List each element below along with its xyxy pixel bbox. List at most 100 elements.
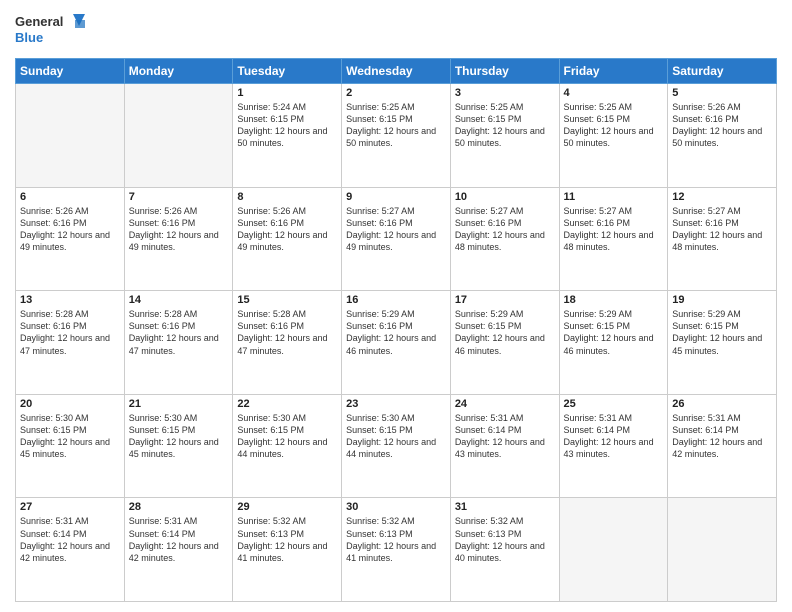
- col-wednesday: Wednesday: [342, 59, 451, 84]
- page: General Blue Sunday Monday Tuesday Wedne…: [0, 0, 792, 612]
- day-number: 12: [672, 191, 772, 203]
- calendar-header-row: Sunday Monday Tuesday Wednesday Thursday…: [16, 59, 777, 84]
- calendar-cell: 25 Sunrise: 5:31 AM Sunset: 6:14 PM Dayli…: [559, 394, 668, 498]
- day-info: Sunrise: 5:30 AM Sunset: 6:15 PM Dayligh…: [346, 412, 446, 461]
- calendar-cell: 28 Sunrise: 5:31 AM Sunset: 6:14 PM Dayli…: [124, 498, 233, 602]
- day-info: Sunrise: 5:31 AM Sunset: 6:14 PM Dayligh…: [20, 515, 120, 564]
- day-info: Sunrise: 5:30 AM Sunset: 6:15 PM Dayligh…: [129, 412, 229, 461]
- day-number: 22: [237, 398, 337, 410]
- week-row-4: 20 Sunrise: 5:30 AM Sunset: 6:15 PM Dayli…: [16, 394, 777, 498]
- day-info: Sunrise: 5:26 AM Sunset: 6:16 PM Dayligh…: [20, 205, 120, 254]
- header: General Blue: [15, 10, 777, 50]
- logo-svg: General Blue: [15, 10, 85, 50]
- day-info: Sunrise: 5:26 AM Sunset: 6:16 PM Dayligh…: [237, 205, 337, 254]
- calendar-cell: 6 Sunrise: 5:26 AM Sunset: 6:16 PM Daylig…: [16, 187, 125, 291]
- day-info: Sunrise: 5:26 AM Sunset: 6:16 PM Dayligh…: [129, 205, 229, 254]
- day-info: Sunrise: 5:28 AM Sunset: 6:16 PM Dayligh…: [20, 308, 120, 357]
- calendar-cell: 17 Sunrise: 5:29 AM Sunset: 6:15 PM Dayli…: [450, 291, 559, 395]
- day-info: Sunrise: 5:28 AM Sunset: 6:16 PM Dayligh…: [237, 308, 337, 357]
- week-row-5: 27Sunrise: 5:31 AM Sunset: 6:14 PM Dayli…: [16, 498, 777, 602]
- calendar-cell: 14Sunrise: 5:28 AM Sunset: 6:16 PM Dayli…: [124, 291, 233, 395]
- calendar-cell: 9 Sunrise: 5:27 AM Sunset: 6:16 PM Daylig…: [342, 187, 451, 291]
- calendar-cell: 8 Sunrise: 5:26 AM Sunset: 6:16 PM Daylig…: [233, 187, 342, 291]
- calendar-cell: 24Sunrise: 5:31 AM Sunset: 6:14 PM Dayli…: [450, 394, 559, 498]
- day-info: Sunrise: 5:25 AM Sunset: 6:15 PM Dayligh…: [455, 101, 555, 150]
- svg-text:General: General: [15, 14, 63, 29]
- day-number: 1: [237, 87, 337, 99]
- calendar-cell: 7Sunrise: 5:26 AM Sunset: 6:16 PM Daylig…: [124, 187, 233, 291]
- day-info: Sunrise: 5:25 AM Sunset: 6:15 PM Dayligh…: [346, 101, 446, 150]
- day-number: 20: [20, 398, 120, 410]
- day-number: 16: [346, 294, 446, 306]
- day-info: Sunrise: 5:30 AM Sunset: 6:15 PM Dayligh…: [237, 412, 337, 461]
- calendar-cell: 20 Sunrise: 5:30 AM Sunset: 6:15 PM Dayli…: [16, 394, 125, 498]
- day-number: 26: [672, 398, 772, 410]
- calendar-cell: 19 Sunrise: 5:29 AM Sunset: 6:15 PM Dayli…: [668, 291, 777, 395]
- calendar-cell: 3 Sunrise: 5:25 AM Sunset: 6:15 PM Daylig…: [450, 84, 559, 188]
- day-number: 2: [346, 87, 446, 99]
- day-info: Sunrise: 5:27 AM Sunset: 6:16 PM Dayligh…: [672, 205, 772, 254]
- calendar-cell: 21 Sunrise: 5:30 AM Sunset: 6:15 PM Dayli…: [124, 394, 233, 498]
- day-number: 19: [672, 294, 772, 306]
- day-info: Sunrise: 5:27 AM Sunset: 6:16 PM Dayligh…: [455, 205, 555, 254]
- day-number: 31: [455, 501, 555, 513]
- calendar-cell: 1 Sunrise: 5:24 AM Sunset: 6:15 PM Daylig…: [233, 84, 342, 188]
- day-number: 6: [20, 191, 120, 203]
- day-info: Sunrise: 5:24 AM Sunset: 6:15 PM Dayligh…: [237, 101, 337, 150]
- day-info: Sunrise: 5:27 AM Sunset: 6:16 PM Dayligh…: [346, 205, 446, 254]
- day-number: 17: [455, 294, 555, 306]
- day-number: 13: [20, 294, 120, 306]
- day-info: Sunrise: 5:31 AM Sunset: 6:14 PM Dayligh…: [672, 412, 772, 461]
- day-number: 10: [455, 191, 555, 203]
- day-number: 23: [346, 398, 446, 410]
- calendar-cell: [124, 84, 233, 188]
- day-number: 29: [237, 501, 337, 513]
- calendar-cell: 12 Sunrise: 5:27 AM Sunset: 6:16 PM Dayli…: [668, 187, 777, 291]
- day-number: 4: [564, 87, 664, 99]
- day-info: Sunrise: 5:32 AM Sunset: 6:13 PM Dayligh…: [346, 515, 446, 564]
- calendar-cell: 15 Sunrise: 5:28 AM Sunset: 6:16 PM Dayli…: [233, 291, 342, 395]
- day-info: Sunrise: 5:29 AM Sunset: 6:15 PM Dayligh…: [455, 308, 555, 357]
- day-info: Sunrise: 5:31 AM Sunset: 6:14 PM Dayligh…: [564, 412, 664, 461]
- col-monday: Monday: [124, 59, 233, 84]
- col-friday: Friday: [559, 59, 668, 84]
- calendar-cell: 11 Sunrise: 5:27 AM Sunset: 6:16 PM Dayli…: [559, 187, 668, 291]
- calendar-cell: 22 Sunrise: 5:30 AM Sunset: 6:15 PM Dayli…: [233, 394, 342, 498]
- day-number: 21: [129, 398, 229, 410]
- calendar-cell: [16, 84, 125, 188]
- calendar-cell: 30 Sunrise: 5:32 AM Sunset: 6:13 PM Dayli…: [342, 498, 451, 602]
- calendar-cell: 31 Sunrise: 5:32 AM Sunset: 6:13 PM Dayli…: [450, 498, 559, 602]
- day-number: 15: [237, 294, 337, 306]
- calendar-cell: 18 Sunrise: 5:29 AM Sunset: 6:15 PM Dayli…: [559, 291, 668, 395]
- day-info: Sunrise: 5:31 AM Sunset: 6:14 PM Dayligh…: [129, 515, 229, 564]
- calendar-cell: 29 Sunrise: 5:32 AM Sunset: 6:13 PM Dayli…: [233, 498, 342, 602]
- calendar-cell: [559, 498, 668, 602]
- day-info: Sunrise: 5:29 AM Sunset: 6:15 PM Dayligh…: [564, 308, 664, 357]
- day-info: Sunrise: 5:27 AM Sunset: 6:16 PM Dayligh…: [564, 205, 664, 254]
- day-info: Sunrise: 5:32 AM Sunset: 6:13 PM Dayligh…: [237, 515, 337, 564]
- col-thursday: Thursday: [450, 59, 559, 84]
- calendar-cell: 2 Sunrise: 5:25 AM Sunset: 6:15 PM Daylig…: [342, 84, 451, 188]
- day-number: 9: [346, 191, 446, 203]
- day-number: 8: [237, 191, 337, 203]
- day-number: 5: [672, 87, 772, 99]
- day-number: 30: [346, 501, 446, 513]
- day-info: Sunrise: 5:31 AM Sunset: 6:14 PM Dayligh…: [455, 412, 555, 461]
- day-info: Sunrise: 5:29 AM Sunset: 6:16 PM Dayligh…: [346, 308, 446, 357]
- day-number: 28: [129, 501, 229, 513]
- calendar-cell: [668, 498, 777, 602]
- calendar-cell: 23 Sunrise: 5:30 AM Sunset: 6:15 PM Dayli…: [342, 394, 451, 498]
- day-number: 11: [564, 191, 664, 203]
- day-number: 3: [455, 87, 555, 99]
- logo: General Blue: [15, 10, 85, 50]
- calendar-cell: 10 Sunrise: 5:27 AM Sunset: 6:16 PM Dayli…: [450, 187, 559, 291]
- day-number: 18: [564, 294, 664, 306]
- calendar-cell: 5Sunrise: 5:26 AM Sunset: 6:16 PM Daylig…: [668, 84, 777, 188]
- day-info: Sunrise: 5:30 AM Sunset: 6:15 PM Dayligh…: [20, 412, 120, 461]
- day-info: Sunrise: 5:32 AM Sunset: 6:13 PM Dayligh…: [455, 515, 555, 564]
- svg-text:Blue: Blue: [15, 30, 43, 45]
- day-info: Sunrise: 5:29 AM Sunset: 6:15 PM Dayligh…: [672, 308, 772, 357]
- calendar-cell: 16 Sunrise: 5:29 AM Sunset: 6:16 PM Dayli…: [342, 291, 451, 395]
- week-row-3: 13 Sunrise: 5:28 AM Sunset: 6:16 PM Dayli…: [16, 291, 777, 395]
- day-number: 25: [564, 398, 664, 410]
